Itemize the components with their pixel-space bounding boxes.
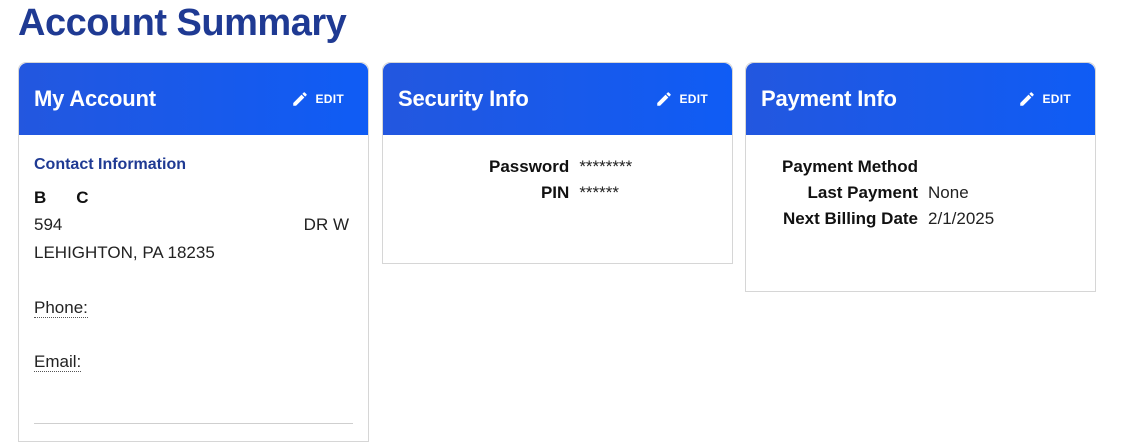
address-number: 594: [34, 215, 63, 234]
payment-info-table: Payment Method Last Payment None Next Bi…: [782, 155, 994, 233]
last-payment-label: Last Payment: [807, 183, 919, 202]
pin-label: PIN: [540, 183, 570, 202]
address-line-1: 594 DR W: [34, 215, 349, 235]
security-info-header: Security Info EDIT: [383, 63, 732, 135]
email-label: Email:: [34, 352, 82, 372]
edit-account-label: EDIT: [315, 92, 344, 106]
payment-info-card: Payment Info EDIT Payment Method Last Pa…: [745, 62, 1096, 292]
payment-row-last-payment: Last Payment None: [782, 181, 994, 207]
payment-row-next-billing: Next Billing Date 2/1/2025: [782, 207, 994, 233]
edit-security-label: EDIT: [679, 92, 708, 106]
security-row-password: Password ********: [489, 155, 632, 181]
address-street-suffix: DR W: [303, 215, 349, 234]
my-account-title: My Account: [34, 86, 156, 111]
address-line-2: LEHIGHTON, PA 18235: [34, 243, 215, 262]
payment-info-header: Payment Info EDIT: [746, 63, 1095, 135]
security-info-card: Security Info EDIT Password ******** PIN…: [382, 62, 733, 264]
pin-value: ******: [579, 183, 620, 202]
contact-last-initial: C: [76, 188, 89, 207]
contact-first-initial: B: [34, 188, 47, 207]
payment-method-value: [928, 155, 994, 181]
pencil-icon: [657, 92, 672, 106]
edit-account-button[interactable]: EDIT: [291, 90, 344, 108]
card-divider: [34, 423, 353, 424]
edit-security-button[interactable]: EDIT: [655, 90, 708, 108]
contact-information-heading: Contact Information: [34, 156, 186, 173]
security-row-pin: PIN ******: [489, 181, 632, 207]
page-title: Account Summary: [18, 2, 347, 44]
security-info-table: Password ******** PIN ******: [489, 155, 632, 207]
pencil-icon: [1020, 92, 1035, 106]
my-account-header: My Account EDIT: [19, 63, 368, 135]
edit-payment-label: EDIT: [1042, 92, 1071, 106]
pencil-icon: [293, 92, 308, 106]
last-payment-value: None: [928, 183, 969, 202]
payment-info-title: Payment Info: [761, 86, 897, 111]
password-value: ********: [579, 157, 633, 176]
phone-label: Phone:: [34, 298, 88, 318]
next-billing-date-value: 2/1/2025: [928, 209, 995, 228]
payment-row-method: Payment Method: [782, 155, 994, 181]
edit-payment-button[interactable]: EDIT: [1018, 90, 1071, 108]
security-info-title: Security Info: [398, 86, 529, 111]
password-label: Password: [489, 157, 570, 176]
payment-method-label: Payment Method: [782, 157, 919, 176]
contact-name: B C: [34, 188, 89, 208]
my-account-card: My Account EDIT Contact Information B C …: [18, 62, 369, 442]
next-billing-date-label: Next Billing Date: [782, 209, 919, 228]
